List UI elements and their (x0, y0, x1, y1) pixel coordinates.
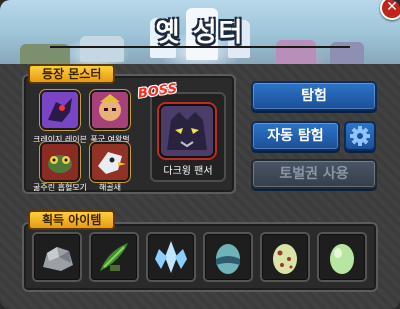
darkwing-panther-portrait[interactable] (159, 104, 215, 158)
tyrant-queen-bee-portrait[interactable] (90, 90, 130, 130)
dungeon-popup: 옛 성터 등장 몬스터 크레이지 레이븐 폭군 여왕벌 굶주린 흡혈모기 해골새… (0, 0, 400, 309)
crazy-raven-portrait[interactable] (40, 90, 80, 130)
monster-name: 해골새 (98, 183, 122, 192)
gear-icon (350, 126, 370, 146)
teal-egg-icon (216, 244, 240, 274)
use-ticket-button[interactable]: 토벌권 사용 (251, 159, 377, 189)
spotted-egg-icon (273, 244, 297, 274)
stone-ore-icon (43, 247, 73, 271)
green-herb-icon (100, 243, 128, 271)
green-egg-icon (330, 244, 354, 274)
page-title: 옛 성터 (155, 18, 245, 48)
item-slot[interactable] (32, 232, 82, 282)
title-divider (50, 46, 350, 48)
item-slot[interactable] (203, 232, 253, 282)
items-section-label: 획득 아이템 (28, 210, 116, 230)
close-icon: ✕ (386, 0, 398, 15)
item-slot[interactable] (89, 232, 139, 282)
settings-button[interactable] (344, 121, 376, 151)
boss-name: 다크윙 팬서 (163, 166, 213, 177)
item-slot[interactable] (146, 232, 196, 282)
hungry-vampire-mosquito-portrait[interactable] (40, 142, 80, 182)
ice-crystal-icon (155, 241, 187, 273)
item-slot[interactable] (317, 232, 367, 282)
item-slot[interactable] (260, 232, 310, 282)
skull-bird-portrait[interactable] (90, 142, 130, 182)
monsters-section-label: 등장 몬스터 (28, 64, 116, 84)
explore-button[interactable]: 탐험 (251, 81, 377, 111)
auto-explore-button[interactable]: 자동 탐험 (251, 121, 340, 151)
